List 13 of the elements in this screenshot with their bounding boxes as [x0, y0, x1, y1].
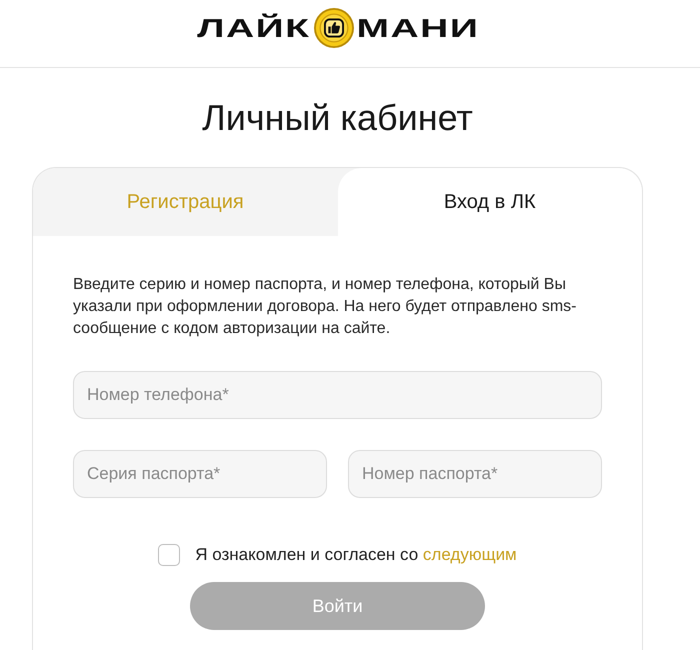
logo-word: МАНИ: [356, 15, 480, 41]
passport-input-field[interactable]: Серия паспорта*: [73, 450, 327, 498]
passport-input-field[interactable]: Номер паспорта*: [348, 450, 602, 498]
coin-thumbs-up-icon: [314, 8, 354, 48]
instruction-text: Введите серию и номер паспорта, и номер телефона, который Вы указали при оформлении договора. На него будет отправлено sms-сообщение с кодом авторизации на сайте.: [73, 275, 578, 339]
logo-word: ЛАЙК: [196, 15, 310, 41]
checkbox[interactable]: [158, 544, 180, 566]
tab[interactable]: Регистрация: [33, 168, 338, 236]
page-title: Личный кабинет: [202, 98, 473, 138]
tab[interactable]: Вход в ЛК: [338, 168, 642, 236]
terms-link[interactable]: следующим: [422, 545, 517, 564]
phone-input-field[interactable]: Номер телефона*: [73, 371, 602, 419]
consent-text: Я ознакомлен и согласен со следующим: [195, 544, 517, 566]
